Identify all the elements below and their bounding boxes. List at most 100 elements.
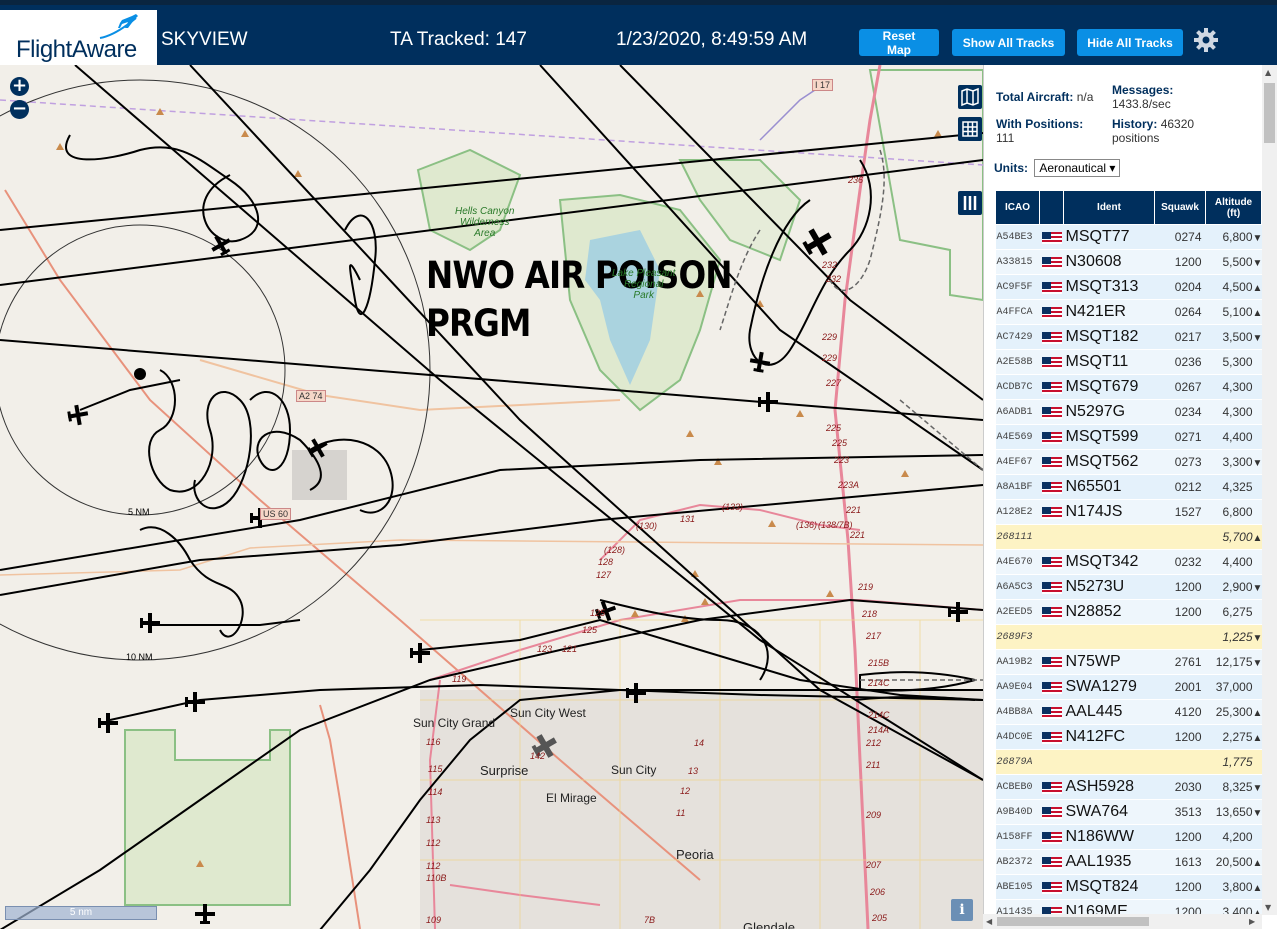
altitude-cell: 5,700▲ — [1205, 524, 1262, 550]
units-select[interactable]: Aeronautical ▾ — [1034, 159, 1121, 177]
column-header-ident[interactable]: Ident — [1063, 190, 1155, 225]
column-header-flag[interactable] — [1039, 190, 1064, 225]
aircraft-row[interactable]: A4E670 MSQT342 0232 4,400 — [995, 549, 1262, 575]
icao-cell: A54BE3 — [995, 224, 1040, 250]
flightaware-logo[interactable]: FlightAware — [0, 10, 157, 70]
map-layers-button[interactable] — [958, 85, 982, 109]
scroll-left-arrow-icon[interactable]: ◀ — [986, 917, 992, 926]
aircraft-row[interactable]: AA9E04 SWA1279 2001 37,000 — [995, 674, 1262, 700]
hide-all-tracks-button[interactable]: Hide All Tracks — [1077, 29, 1183, 56]
map-canvas[interactable]: + − NWO AIR POISON PRGM Hells Canyon Wil… — [0, 65, 983, 929]
aircraft-row[interactable]: A158FF N186WW 1200 4,200 — [995, 824, 1262, 850]
aircraft-row[interactable]: ACBEB0 ASH5928 2030 8,325▼ — [995, 774, 1262, 800]
ident-cell: ASH5928 — [1063, 774, 1155, 800]
aircraft-row[interactable]: A4FFCA N421ER 0264 5,100▲ — [995, 299, 1262, 325]
aircraft-row[interactable]: A4EF67 MSQT562 0273 3,300▼ — [995, 449, 1262, 475]
aircraft-row[interactable]: A6A5C3 N5273U 1200 2,900▼ — [995, 574, 1262, 600]
altitude-trend-icon: ▼ — [1252, 583, 1262, 594]
altitude-value: 3,300 — [1222, 455, 1253, 469]
mile-marker: 114 — [428, 787, 443, 797]
aircraft-row[interactable]: A4E569 MSQT599 0271 4,400 — [995, 424, 1262, 450]
scroll-right-arrow-icon[interactable]: ▶ — [1249, 917, 1255, 926]
aircraft-row[interactable]: AC9F5F MSQT313 0204 4,500▲ — [995, 274, 1262, 300]
squawk-cell: 0217 — [1154, 324, 1206, 350]
icao-cell: A4E569 — [995, 424, 1040, 450]
aircraft-row[interactable]: A128E2 N174JS 1527 6,800 — [995, 499, 1262, 525]
flag-cell — [1039, 799, 1064, 825]
aircraft-row[interactable]: A8A1BF N65501 0212 4,325 — [995, 474, 1262, 500]
aircraft-row[interactable]: ABE105 MSQT824 1200 3,800▲ — [995, 874, 1262, 900]
scroll-down-arrow-icon[interactable]: ▼ — [1265, 903, 1271, 912]
flag-cell — [1039, 349, 1064, 375]
columns-toggle-button[interactable] — [958, 191, 982, 215]
altitude-value: 6,275 — [1222, 605, 1253, 619]
aircraft-row[interactable]: AA19B2 N75WP 2761 12,175▼ — [995, 649, 1262, 675]
map-base-layer — [0, 65, 983, 929]
altitude-cell: 25,300▲ — [1205, 699, 1262, 725]
range-ring-label-10nm: 10 NM — [126, 652, 153, 662]
column-header-squawk[interactable]: Squawk — [1154, 190, 1206, 225]
vertical-scrollbar[interactable]: ▲ ▼ — [1262, 65, 1277, 915]
aircraft-row[interactable]: A6ADB1 N5297G 0234 4,300 — [995, 399, 1262, 425]
squawk-cell: 1200 — [1154, 574, 1206, 600]
icao-cell: A4E670 — [995, 549, 1040, 575]
show-all-tracks-button[interactable]: Show All Tracks — [952, 29, 1065, 56]
us-flag-icon — [1041, 506, 1062, 519]
aircraft-row[interactable]: A2E58B MSQT11 0236 5,300 — [995, 349, 1262, 375]
squawk-cell: 0204 — [1154, 274, 1206, 300]
icao-cell: A2EED5 — [995, 599, 1040, 625]
squawk-cell: 4120 — [1154, 699, 1206, 725]
aircraft-row[interactable]: 268111 5,700▲ — [995, 524, 1262, 550]
aircraft-row[interactable]: A2EED5 N28852 1200 6,275 — [995, 599, 1262, 625]
column-header-altitude[interactable]: Altitude (ft) — [1205, 190, 1262, 225]
mile-marker: 113 — [426, 815, 441, 825]
altitude-cell: 12,175▼ — [1205, 649, 1262, 675]
altitude-cell: 6,275 — [1205, 599, 1262, 625]
altitude-trend-icon: ▼ — [1252, 458, 1262, 469]
aircraft-row[interactable]: 2689F3 1,225▼ — [995, 624, 1262, 650]
altitude-trend-icon: ▼ — [1252, 658, 1262, 669]
horizontal-scrollbar[interactable]: ◀ ▶ — [983, 914, 1262, 929]
aircraft-row[interactable]: A54BE3 MSQT77 0274 6,800▼ — [995, 224, 1262, 250]
flag-cell — [1039, 399, 1064, 425]
squawk-cell: 1200 — [1154, 599, 1206, 625]
overlay-line-2: PRGM — [426, 302, 531, 345]
aircraft-row[interactable]: A33815 N30608 1200 5,500▼ — [995, 249, 1262, 275]
flag-cell — [1039, 599, 1064, 625]
aircraft-row[interactable]: AB2372 AAL1935 1613 20,500▲ — [995, 849, 1262, 875]
mile-marker: (130) — [636, 521, 658, 531]
mile-marker: 7B — [644, 915, 656, 925]
altitude-value: 6,800 — [1222, 230, 1253, 244]
altitude-cell: 3,300▼ — [1205, 449, 1262, 475]
us-flag-icon — [1041, 881, 1062, 894]
zoom-in-button[interactable]: + — [10, 77, 29, 96]
squawk-cell: 0234 — [1154, 399, 1206, 425]
info-button[interactable]: i — [951, 899, 973, 921]
ident-cell: MSQT679 — [1063, 374, 1155, 400]
aircraft-row[interactable]: ACDB7C MSQT679 0267 4,300 — [995, 374, 1262, 400]
vertical-scroll-thumb[interactable] — [1264, 83, 1275, 143]
zoom-out-button[interactable]: − — [10, 100, 29, 119]
icao-cell: A33815 — [995, 249, 1040, 275]
column-header-icao[interactable]: ICAO — [995, 190, 1040, 225]
horizontal-scroll-thumb[interactable] — [997, 917, 1149, 926]
squawk-cell: 0212 — [1154, 474, 1206, 500]
ident-cell: AAL445 — [1063, 699, 1155, 725]
flag-cell — [1039, 449, 1064, 475]
aircraft-row[interactable]: A9B40D SWA764 3513 13,650▼ — [995, 799, 1262, 825]
altitude-value: 6,800 — [1222, 505, 1253, 519]
range-ring-label-5nm: 5 NM — [128, 507, 150, 517]
mile-marker: 214C — [868, 710, 890, 720]
grid-toggle-button[interactable] — [958, 117, 982, 141]
scroll-up-arrow-icon[interactable]: ▲ — [1265, 68, 1271, 77]
aircraft-row[interactable]: AC7429 MSQT182 0217 3,500▼ — [995, 324, 1262, 350]
mile-marker: 217 — [866, 631, 882, 641]
gear-icon[interactable] — [1193, 27, 1219, 53]
mile-marker: 219 — [858, 582, 874, 592]
reset-map-button[interactable]: Reset Map — [859, 29, 939, 57]
altitude-value: 3,800 — [1222, 880, 1253, 894]
altitude-value: 4,200 — [1222, 830, 1253, 844]
aircraft-row[interactable]: 26879A 1,775 — [995, 749, 1262, 775]
aircraft-row[interactable]: A4BB8A AAL445 4120 25,300▲ — [995, 699, 1262, 725]
aircraft-row[interactable]: A4DC0E N412FC 1200 2,275▲ — [995, 724, 1262, 750]
